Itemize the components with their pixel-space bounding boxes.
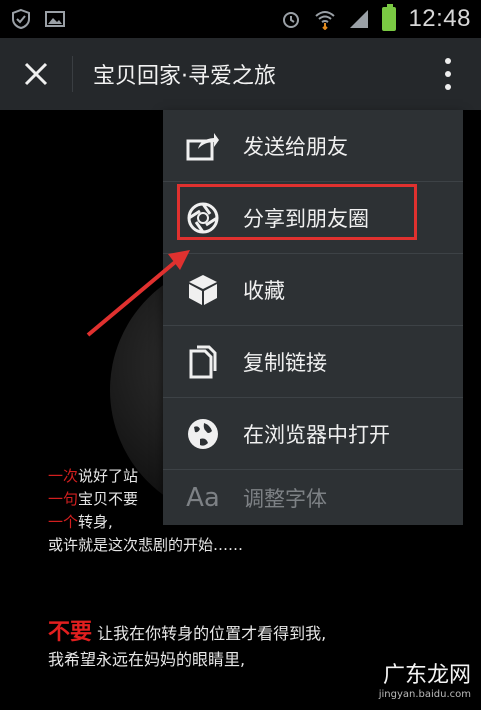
globe-icon xyxy=(163,417,243,451)
alarm-icon xyxy=(280,8,302,30)
close-button[interactable] xyxy=(0,38,72,110)
highlight-box xyxy=(177,184,417,240)
signal-icon xyxy=(348,8,370,30)
more-menu-button[interactable] xyxy=(433,54,463,94)
more-dot-icon xyxy=(445,58,451,64)
menu-item-send-to-friend[interactable]: 发送给朋友 xyxy=(163,110,463,182)
menu-item-open-browser[interactable]: 在浏览器中打开 xyxy=(163,398,463,470)
close-icon xyxy=(24,62,48,86)
battery-icon xyxy=(382,4,397,31)
menu-label-send: 发送给朋友 xyxy=(243,134,348,159)
app-header: 宝贝回家·寻爱之旅 xyxy=(0,38,481,110)
more-dot-icon xyxy=(445,84,451,90)
poem-red-3: 一个 xyxy=(48,513,79,531)
wifi-icon xyxy=(314,8,336,30)
font-size-icon: Aa xyxy=(186,483,220,513)
menu-item-copy-link[interactable]: 复制链接 xyxy=(163,326,463,398)
watermark: 广东龙网 jingyan.baidu.com xyxy=(379,657,471,700)
menu-label-font: 调整字体 xyxy=(243,487,327,511)
copy-link-icon xyxy=(163,345,243,379)
shield-icon xyxy=(10,8,32,30)
poem-red-2: 一句 xyxy=(48,490,79,508)
poster-text-2: 不要 让我在你转身的位置才看得到我, 我希望永远在妈妈的眼睛里, xyxy=(48,620,326,673)
watermark-text: 广东龙网 xyxy=(382,663,471,688)
poem-text-2: 宝贝不要 xyxy=(78,490,139,508)
poem-text-3: 转身, xyxy=(78,513,113,531)
poem-text-1: 说好了站 xyxy=(78,467,139,485)
watermark-sub: jingyan.baidu.com xyxy=(378,689,471,700)
menu-label-favorite: 收藏 xyxy=(243,278,285,303)
header-divider xyxy=(72,56,73,92)
menu-label-browser: 在浏览器中打开 xyxy=(243,422,390,447)
menu-item-share-moments[interactable]: 分享到朋友圈 xyxy=(163,182,463,254)
poem-text-5: 让我在你转身的位置才看得到我, xyxy=(97,624,327,643)
more-dot-icon xyxy=(445,71,451,77)
menu-item-favorite[interactable]: 收藏 xyxy=(163,254,463,326)
status-time: 12:48 xyxy=(408,5,471,32)
poem-big-red: 不要 xyxy=(48,620,93,645)
menu-item-font-size[interactable]: Aa 调整字体 xyxy=(163,470,463,526)
status-right: 12:48 xyxy=(280,4,471,33)
poem-text-6: 我希望永远在妈妈的眼睛里, xyxy=(48,650,246,669)
status-left xyxy=(10,8,66,30)
status-bar: 12:48 xyxy=(0,0,481,38)
favorite-cube-icon xyxy=(163,273,243,307)
poem-text-4: 或许就是这次悲剧的开始…… xyxy=(48,536,244,554)
share-menu: 发送给朋友 分享到朋友圈 收藏 复制链接 在浏览器中打开 Aa 调整字体 xyxy=(163,110,463,525)
share-to-friend-icon xyxy=(163,131,243,161)
menu-label-copy: 复制链接 xyxy=(243,350,327,375)
poem-red-1: 一次 xyxy=(48,467,79,485)
image-icon xyxy=(44,8,66,30)
page-title: 宝贝回家·寻爱之旅 xyxy=(93,64,276,89)
